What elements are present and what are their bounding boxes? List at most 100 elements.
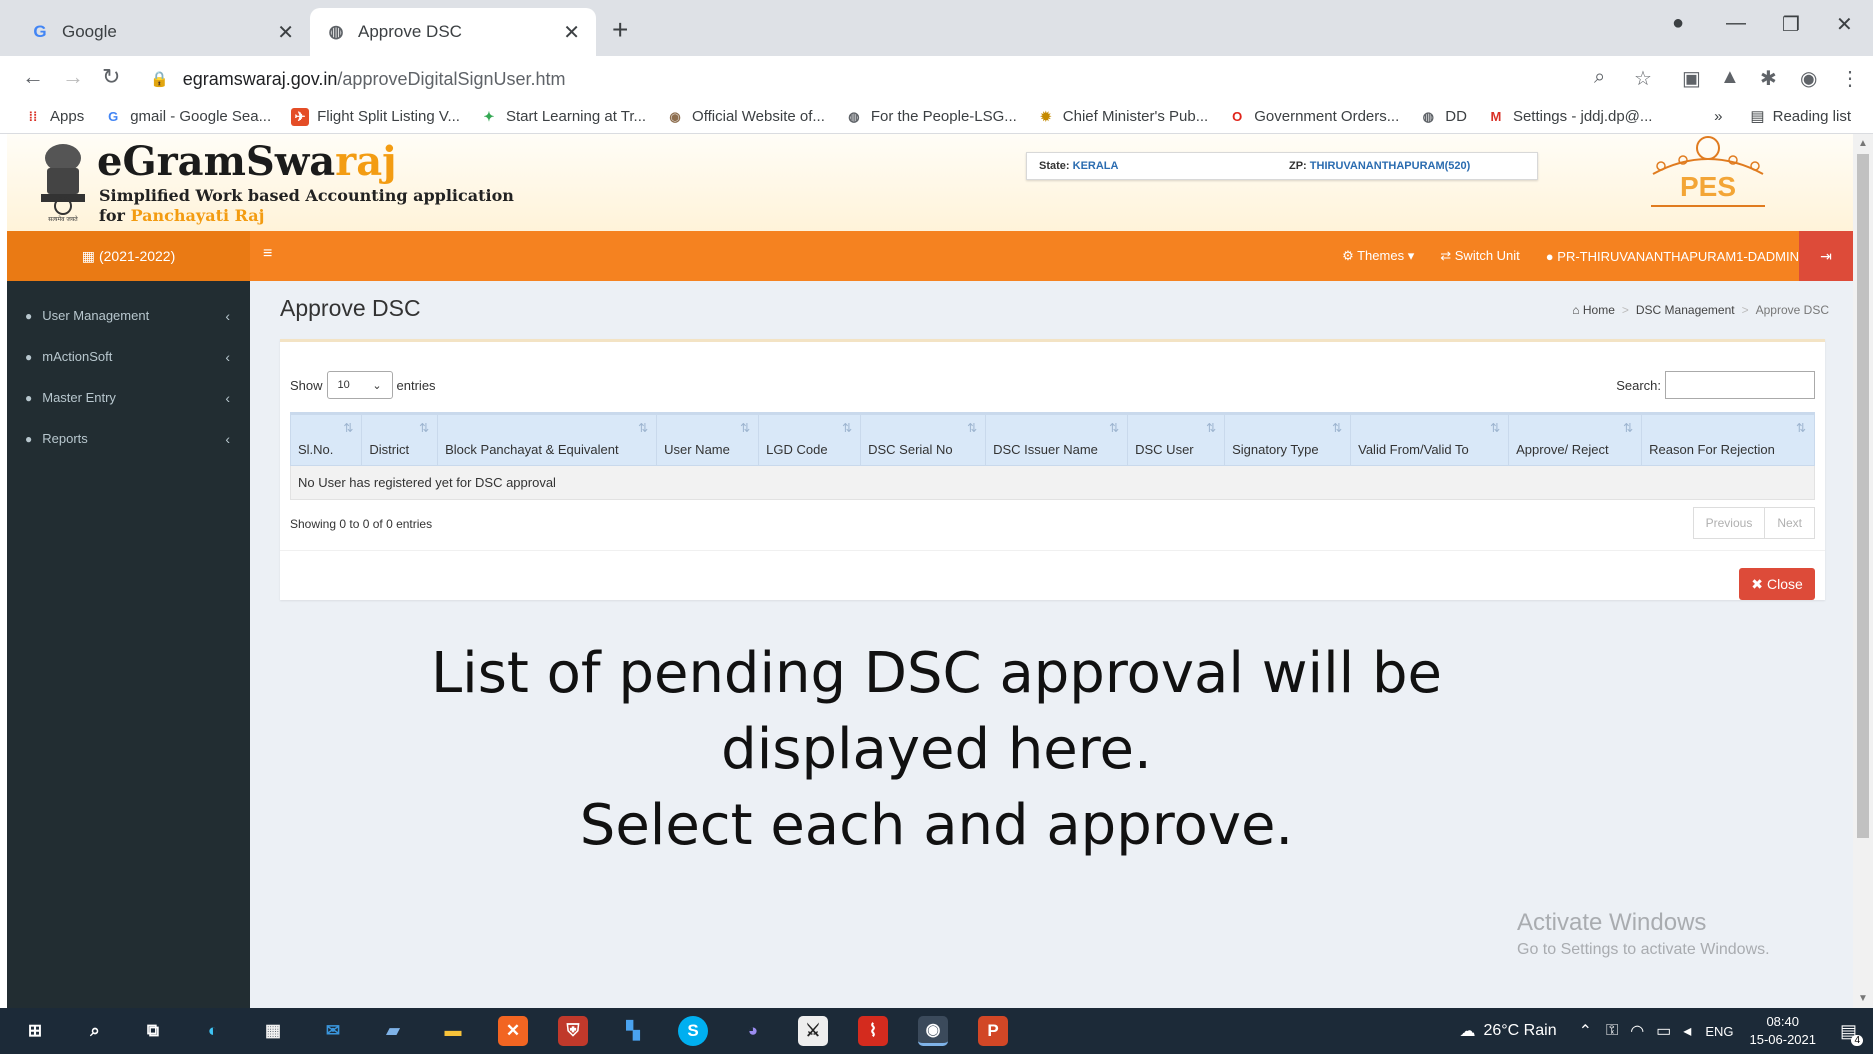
close-icon[interactable]: ✕: [563, 20, 580, 45]
maximize-icon[interactable]: ❐: [1782, 12, 1800, 37]
column-header[interactable]: User Name ⇅: [656, 412, 760, 466]
bookmarks-bar: ⁞⁞ Apps Ggmail - Google Sea... ✈ Flight Sp…: [0, 100, 1873, 134]
window-close-icon[interactable]: ✕: [1836, 12, 1853, 37]
file-explorer-icon[interactable]: ▬: [438, 1016, 468, 1046]
mail-icon[interactable]: ✉: [318, 1016, 348, 1046]
column-header[interactable]: DSC Issuer Name ⇅: [985, 412, 1129, 466]
app-icon[interactable]: ◕: [738, 1016, 768, 1046]
switch-unit-button[interactable]: ⇄ Switch Unit: [1440, 248, 1520, 264]
column-header[interactable]: DSC User ⇅: [1127, 412, 1226, 466]
edge-icon[interactable]: ◐: [198, 1016, 228, 1046]
breadcrumb-dsc-management[interactable]: DSC Management: [1636, 303, 1735, 317]
back-icon[interactable]: ←: [22, 64, 44, 90]
battery-icon[interactable]: ▭: [1656, 1021, 1671, 1041]
pes-label: PES: [1680, 171, 1736, 202]
profile-menu-icon[interactable]: ●: [1672, 12, 1684, 35]
forward-icon[interactable]: →: [62, 64, 84, 90]
scroll-up-icon[interactable]: ▲: [1858, 138, 1868, 149]
bookmark-item[interactable]: O Government Orders...: [1228, 108, 1399, 126]
skype-icon[interactable]: S: [678, 1016, 708, 1046]
column-header[interactable]: Block Panchayat & Equivalent ⇅: [437, 412, 658, 466]
app-icon[interactable]: ▚: [618, 1016, 648, 1046]
weather-text[interactable]: 26°C Rain: [1483, 1022, 1556, 1040]
chrome-icon[interactable]: ◉: [918, 1016, 948, 1046]
fiscal-year[interactable]: ▦ (2021-2022): [7, 231, 250, 281]
xampp-icon[interactable]: ✕: [498, 1016, 528, 1046]
chevron-down-icon: ⌄: [372, 379, 382, 392]
sort-icon: ⇅: [967, 421, 978, 435]
bookmark-item[interactable]: ◍ DD: [1419, 108, 1467, 126]
sidebar-item-reports[interactable]: ● Reports ‹: [7, 418, 250, 459]
network-icon[interactable]: ⚿: [1606, 1022, 1618, 1040]
previous-page-button[interactable]: Previous: [1692, 507, 1766, 539]
column-header[interactable]: Reason For Rejection ⇅: [1641, 412, 1815, 466]
store-icon[interactable]: ▦: [258, 1016, 288, 1046]
dsc-approval-panel: Show 10 ⌄ entries Search: Sl.No. ⇅ Distric…: [280, 339, 1825, 600]
language-indicator[interactable]: ENG: [1705, 1024, 1733, 1039]
bookmark-item[interactable]: ◉ Official Website of...: [666, 108, 825, 126]
task-view-icon[interactable]: ⧉: [138, 1016, 168, 1046]
address-bar[interactable]: 🔒 egramswaraj.gov.in /approveDigitalSign…: [150, 64, 1620, 94]
tab-approve-dsc[interactable]: ◍ Approve DSC ✕: [310, 8, 596, 56]
user-menu[interactable]: ● PR-THIRUVANANTHAPURAM1-DADMIN: [1546, 249, 1799, 264]
close-button[interactable]: ✖ Close: [1739, 568, 1815, 600]
sidebar-item-master-entry[interactable]: ● Master Entry ‹: [7, 377, 250, 418]
windows-start-icon[interactable]: ⊞: [20, 1016, 50, 1046]
zoom-icon[interactable]: ⌕: [1594, 66, 1605, 89]
chevron-up-icon[interactable]: ⌃: [1579, 1021, 1592, 1041]
kebab-menu-icon[interactable]: ⋮: [1840, 66, 1860, 91]
bookmark-item[interactable]: Ggmail - Google Sea...: [104, 108, 271, 126]
search-input[interactable]: [1665, 371, 1815, 399]
themes-menu[interactable]: ⚙ Themes ▾: [1342, 248, 1414, 264]
column-header[interactable]: Sl.No. ⇅: [289, 412, 363, 466]
minimize-icon[interactable]: —: [1726, 12, 1746, 35]
volume-icon[interactable]: ◂: [1683, 1021, 1691, 1041]
column-header[interactable]: LGD Code ⇅: [758, 412, 862, 466]
avatar[interactable]: ◉: [1800, 66, 1817, 91]
column-header[interactable]: Valid From/Valid To ⇅: [1350, 412, 1510, 466]
column-header[interactable]: Approve/ Reject ⇅: [1508, 412, 1643, 466]
bookmark-item[interactable]: M Settings - jddj.dp@...: [1487, 108, 1653, 126]
extension-icon[interactable]: ▣: [1682, 66, 1701, 91]
entries-select[interactable]: 10 ⌄: [326, 371, 393, 399]
puzzle-icon[interactable]: ✱: [1760, 66, 1777, 91]
breadcrumb-home[interactable]: Home: [1583, 303, 1615, 317]
logout-button[interactable]: ⇥: [1799, 231, 1853, 281]
next-page-button[interactable]: Next: [1765, 507, 1815, 539]
column-header[interactable]: District ⇅: [361, 412, 439, 466]
sidebar-item-mactionsoft[interactable]: ● mActionSoft ‹: [7, 336, 250, 377]
top-navbar: ▦ (2021-2022) ≡ ⚙ Themes ▾ ⇄ Switch Unit …: [7, 231, 1853, 281]
sidebar-item-user-management[interactable]: ● User Management ‹: [7, 295, 250, 336]
bookmark-item[interactable]: ✹ Chief Minister's Pub...: [1037, 108, 1208, 126]
close-icon[interactable]: ✕: [277, 20, 294, 45]
scrollbar-thumb[interactable]: [1857, 154, 1869, 838]
extension-icon[interactable]: ▲: [1720, 66, 1740, 89]
cogs-icon: ⚙: [1342, 248, 1354, 263]
new-tab-button[interactable]: +: [612, 14, 628, 46]
notes-icon[interactable]: ▰: [378, 1016, 408, 1046]
clock[interactable]: 08:40 15-06-2021: [1749, 1013, 1816, 1049]
column-header[interactable]: DSC Serial No ⇅: [860, 412, 987, 466]
security-shield-icon[interactable]: ⛨: [558, 1016, 588, 1046]
acrobat-icon[interactable]: ⌇: [858, 1016, 888, 1046]
bookmark-item[interactable]: ◍ For the People-LSG...: [845, 108, 1017, 126]
notification-icon[interactable]: ▤ 4: [1840, 1021, 1863, 1046]
hamburger-menu-icon[interactable]: ≡: [263, 245, 272, 263]
scroll-down-icon[interactable]: ▼: [1858, 993, 1868, 1004]
search-icon[interactable]: ⌕: [80, 1016, 110, 1046]
more-bookmarks-icon[interactable]: »: [1714, 108, 1722, 125]
app-icon[interactable]: ⚔: [798, 1016, 828, 1046]
bookmark-apps[interactable]: ⁞⁞ Apps: [24, 108, 85, 126]
reading-list-button[interactable]: Reading list: [1773, 108, 1851, 125]
tab-google[interactable]: G Google ✕: [14, 8, 310, 56]
star-icon[interactable]: ☆: [1634, 66, 1652, 91]
reload-icon[interactable]: ↻: [102, 64, 120, 90]
column-header[interactable]: Signatory Type ⇅: [1224, 412, 1352, 466]
wifi-icon[interactable]: ◠: [1630, 1021, 1644, 1041]
bookmark-item[interactable]: ✦ Start Learning at Tr...: [480, 108, 647, 126]
powerpoint-icon[interactable]: P: [978, 1016, 1008, 1046]
page-scrollbar[interactable]: ▲ ▼: [1853, 134, 1873, 1008]
browser-tab-strip: G Google ✕ ◍ Approve DSC ✕ + ● — ❐ ✕: [0, 0, 1873, 56]
zp-value: THIRUVANANTHAPURAM(520): [1309, 160, 1471, 172]
bookmark-item[interactable]: ✈ Flight Split Listing V...: [291, 107, 460, 126]
